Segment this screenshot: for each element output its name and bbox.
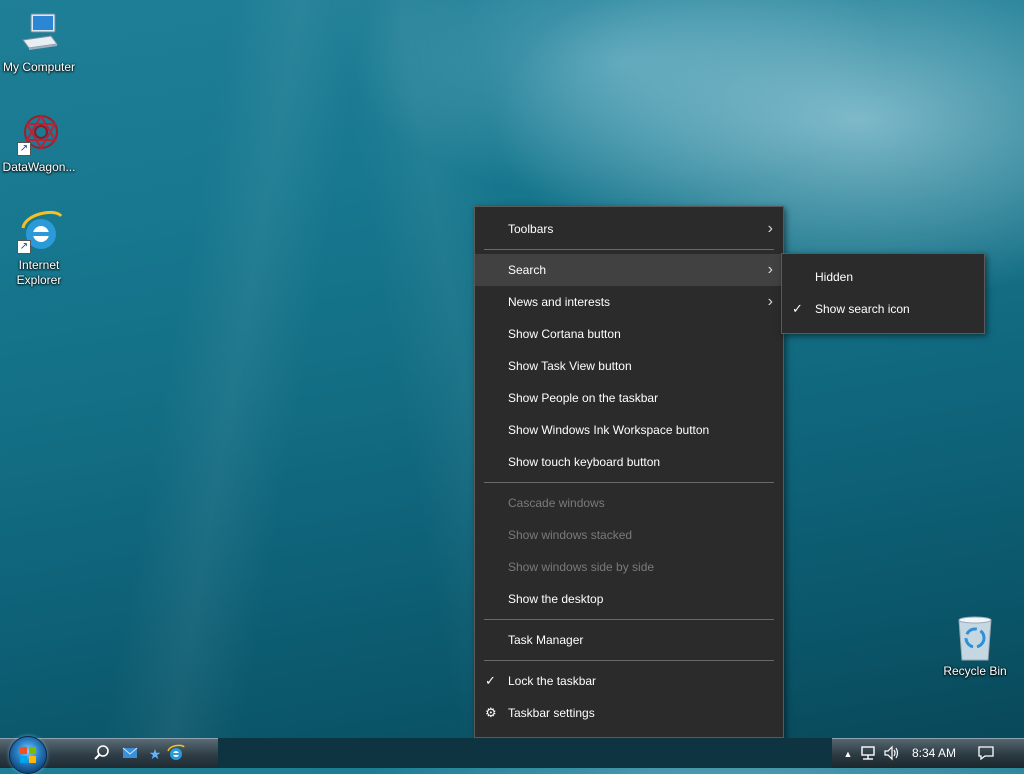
desktop-icon-label: DataWagon... xyxy=(2,160,76,174)
favorites-star-icon[interactable]: ★ xyxy=(145,744,165,764)
gear-icon: ⚙ xyxy=(485,705,497,720)
menu-item-search[interactable]: Search › xyxy=(475,254,783,286)
search-submenu: Hidden ✓ Show search icon xyxy=(781,253,985,334)
datawagon-icon: ↗ xyxy=(15,110,63,158)
desktop-icon-label: Internet Explorer xyxy=(16,258,62,287)
menu-separator xyxy=(484,482,774,483)
windows-logo-icon xyxy=(20,747,36,763)
volume-icon[interactable] xyxy=(882,744,902,764)
shortcut-arrow-icon: ↗ xyxy=(17,240,31,254)
menu-item-label: Taskbar settings xyxy=(508,706,595,720)
menu-item-label: Hidden xyxy=(815,270,854,284)
search-icon[interactable] xyxy=(92,744,112,764)
mail-icon[interactable] xyxy=(120,744,140,764)
menu-item-label: Show Task View button xyxy=(508,359,632,373)
menu-item-news-and-interests[interactable]: News and interests › xyxy=(475,286,783,318)
menu-item-show-ink-workspace[interactable]: Show Windows Ink Workspace button xyxy=(475,414,783,446)
menu-item-label: Show the desktop xyxy=(508,592,604,606)
chevron-right-icon: › xyxy=(767,220,773,237)
menu-item-label: Show touch keyboard button xyxy=(508,455,661,469)
recycle-bin-icon xyxy=(951,614,999,662)
menu-item-label: Show search icon xyxy=(815,302,910,316)
menu-item-label: News and interests xyxy=(508,295,611,309)
system-tray: ▲ 8:34 AM xyxy=(832,738,1024,768)
shortcut-arrow-icon: ↗ xyxy=(17,142,31,156)
menu-item-label: Cascade windows xyxy=(508,496,605,510)
taskbar-context-menu: Toolbars › Search › News and interests ›… xyxy=(474,206,784,738)
menu-item-label: Search xyxy=(508,263,547,277)
checkmark-icon: ✓ xyxy=(485,673,496,688)
taskbar-clock[interactable]: 8:34 AM xyxy=(912,746,956,760)
taskbar[interactable]: ★ ▲ 8:34 AM xyxy=(0,736,1024,774)
internet-explorer-icon[interactable] xyxy=(166,744,186,764)
menu-separator xyxy=(484,660,774,661)
start-button[interactable] xyxy=(9,736,47,774)
menu-item-label: Show Cortana button xyxy=(508,327,621,341)
taskbar-quick-launch: ★ xyxy=(0,736,218,774)
desktop-icon-recycle-bin[interactable]: Recycle Bin xyxy=(936,614,1014,679)
menu-item-show-touch-keyboard[interactable]: Show touch keyboard button xyxy=(475,446,783,478)
desktop-icon-label: My Computer xyxy=(2,60,76,74)
action-center-notification-icon[interactable] xyxy=(976,744,996,764)
submenu-item-show-search-icon[interactable]: ✓ Show search icon xyxy=(782,293,984,325)
desktop-icon-internet-explorer[interactable]: ↗ Internet Explorer xyxy=(0,208,78,288)
menu-item-label: Show People on the taskbar xyxy=(508,391,659,405)
menu-item-label: Show windows stacked xyxy=(508,528,633,542)
menu-item-show-windows-stacked: Show windows stacked xyxy=(475,519,783,551)
menu-item-toolbars[interactable]: Toolbars › xyxy=(475,213,783,245)
menu-item-cascade-windows: Cascade windows xyxy=(475,487,783,519)
menu-item-lock-the-taskbar[interactable]: ✓ Lock the taskbar xyxy=(475,665,783,697)
menu-separator xyxy=(484,619,774,620)
desktop-icon-my-computer[interactable]: My Computer xyxy=(0,10,78,75)
menu-item-show-the-desktop[interactable]: Show the desktop xyxy=(475,583,783,615)
menu-item-label: Show Windows Ink Workspace button xyxy=(508,423,710,437)
internet-explorer-icon: ↗ xyxy=(15,208,63,256)
menu-item-show-task-view-button[interactable]: Show Task View button xyxy=(475,350,783,382)
chevron-right-icon: › xyxy=(767,261,773,278)
menu-item-label: Lock the taskbar xyxy=(508,674,597,688)
desktop-icon-datawagon[interactable]: ↗ DataWagon... xyxy=(0,110,78,175)
menu-item-taskbar-settings[interactable]: ⚙ Taskbar settings xyxy=(475,697,783,729)
menu-item-show-people[interactable]: Show People on the taskbar xyxy=(475,382,783,414)
menu-item-show-cortana-button[interactable]: Show Cortana button xyxy=(475,318,783,350)
network-icon[interactable] xyxy=(858,744,878,764)
chevron-right-icon: › xyxy=(767,293,773,310)
menu-item-show-windows-side-by-side: Show windows side by side xyxy=(475,551,783,583)
desktop-icon-label: Recycle Bin xyxy=(943,664,1007,678)
submenu-item-hidden[interactable]: Hidden xyxy=(782,261,984,293)
menu-item-task-manager[interactable]: Task Manager xyxy=(475,624,783,656)
computer-icon xyxy=(15,10,63,58)
show-hidden-icons-chevron-up-icon[interactable]: ▲ xyxy=(838,744,858,764)
checkmark-icon: ✓ xyxy=(792,301,803,316)
menu-item-label: Toolbars xyxy=(508,222,554,236)
menu-separator xyxy=(484,249,774,250)
menu-item-label: Show windows side by side xyxy=(508,560,655,574)
menu-item-label: Task Manager xyxy=(508,633,584,647)
